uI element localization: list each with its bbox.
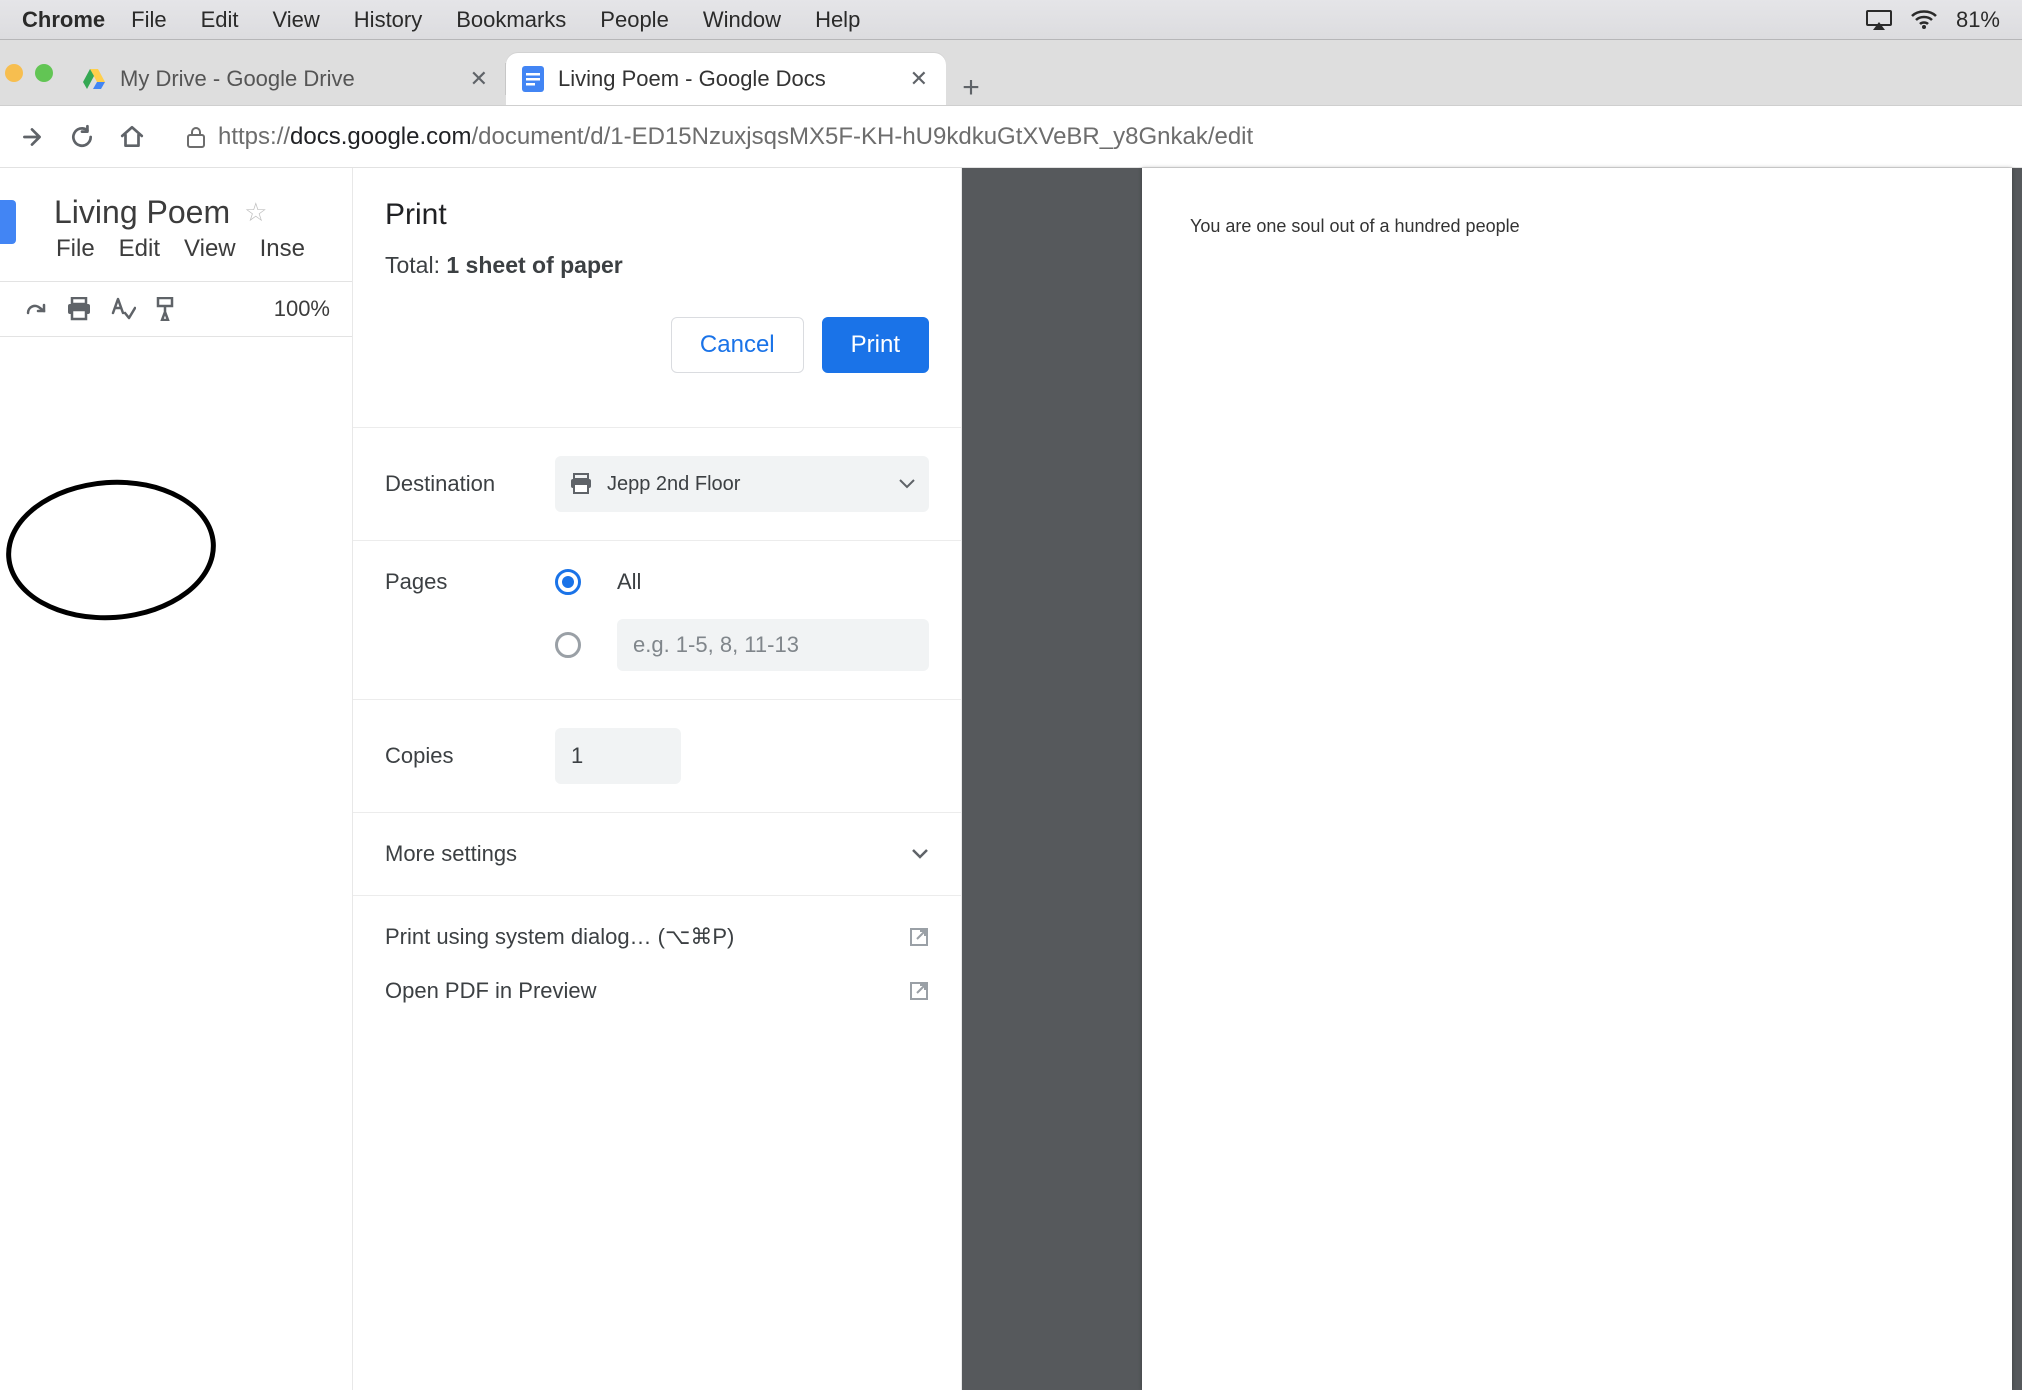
docs-menu-edit[interactable]: Edit [119,235,160,263]
pages-label: Pages [385,569,555,595]
print-preview-area: You are one soul out of a hundred people [962,168,2022,1390]
more-settings-toggle[interactable]: More settings [385,841,929,867]
new-tab-button[interactable]: + [946,71,996,105]
zoom-level[interactable]: 100% [274,296,330,322]
menu-history[interactable]: History [354,7,422,33]
url-host: docs.google.com [290,123,471,150]
google-docs-app: Living Poem ☆ File Edit View Inse [0,168,352,1390]
wifi-icon[interactable] [1910,10,1938,30]
drive-icon [82,68,106,90]
cancel-button[interactable]: Cancel [671,317,804,373]
preview-text-line: You are one soul out of a hundred people [1190,216,1964,237]
airplay-icon[interactable] [1866,10,1892,30]
url-scheme: https:// [218,123,290,150]
maximize-button[interactable] [35,64,53,82]
docs-app-icon[interactable] [0,200,16,244]
battery-percent: 81% [1956,7,2000,33]
docs-toolbar: 100% [0,281,352,337]
app-name[interactable]: Chrome [22,7,105,33]
menu-file[interactable]: File [131,7,166,33]
address-bar[interactable]: https://docs.google.com/document/d/1-ED1… [186,123,1253,151]
menu-help[interactable]: Help [815,7,860,33]
forward-button[interactable] [14,124,50,150]
paint-format-icon[interactable] [154,297,176,321]
browser-tabstrip: My Drive - Google Drive ✕ Living Poem - … [0,40,2022,106]
lock-icon [186,126,206,148]
document-title[interactable]: Living Poem [54,194,230,231]
print-total: Total: 1 sheet of paper [385,252,929,279]
copies-label: Copies [385,743,555,769]
url-path: /document/d/1-ED15NzuxjsqsMX5F-KH-hU9kdk… [472,123,1254,150]
open-pdf-preview-link[interactable]: Open PDF in Preview [385,978,929,1004]
destination-value: Jepp 2nd Floor [607,473,740,496]
pages-all-label[interactable]: All [617,569,641,595]
redo-icon[interactable] [24,299,48,319]
tab-google-docs[interactable]: Living Poem - Google Docs ✕ [506,53,946,105]
docs-menu-file[interactable]: File [56,235,95,263]
spellcheck-icon[interactable] [110,297,136,321]
close-tab-icon[interactable]: ✕ [910,66,928,92]
docs-icon [522,66,544,92]
minimize-button[interactable] [5,64,23,82]
menu-view[interactable]: View [273,7,320,33]
destination-label: Destination [385,471,555,497]
copies-input[interactable]: 1 [555,728,681,784]
window-traffic-lights [5,64,53,82]
close-tab-icon[interactable]: ✕ [470,66,488,92]
home-button[interactable] [114,124,150,150]
print-icon[interactable] [66,297,92,321]
pages-custom-radio[interactable] [555,632,581,658]
macos-menubar: Chrome File Edit View History Bookmarks … [0,0,2022,40]
tab-google-drive[interactable]: My Drive - Google Drive ✕ [66,53,506,105]
reload-button[interactable] [64,124,100,150]
chevron-down-icon [911,848,929,860]
system-dialog-link[interactable]: Print using system dialog… (⌥⌘P) [385,924,929,950]
browser-toolbar: https://docs.google.com/document/d/1-ED1… [0,106,2022,168]
preview-page: You are one soul out of a hundred people [1142,168,2012,1390]
print-dialog: Print Total: 1 sheet of paper Cancel Pri… [352,168,962,1390]
menu-edit[interactable]: Edit [201,7,239,33]
printer-icon [569,473,593,495]
tab-title: My Drive - Google Drive [120,66,355,92]
pages-range-input[interactable]: e.g. 1-5, 8, 11-13 [617,619,929,671]
external-link-icon [909,927,929,947]
pages-all-radio[interactable] [555,569,581,595]
menu-people[interactable]: People [600,7,669,33]
external-link-icon [909,981,929,1001]
print-dialog-title: Print [385,198,929,232]
star-icon[interactable]: ☆ [244,197,267,228]
tab-title: Living Poem - Google Docs [558,66,826,92]
docs-menu-insert[interactable]: Inse [260,235,305,263]
docs-menu-view[interactable]: View [184,235,236,263]
menu-window[interactable]: Window [703,7,781,33]
destination-select[interactable]: Jepp 2nd Floor [555,456,929,512]
menu-bookmarks[interactable]: Bookmarks [456,7,566,33]
chevron-down-icon [899,479,915,489]
print-button[interactable]: Print [822,317,929,373]
